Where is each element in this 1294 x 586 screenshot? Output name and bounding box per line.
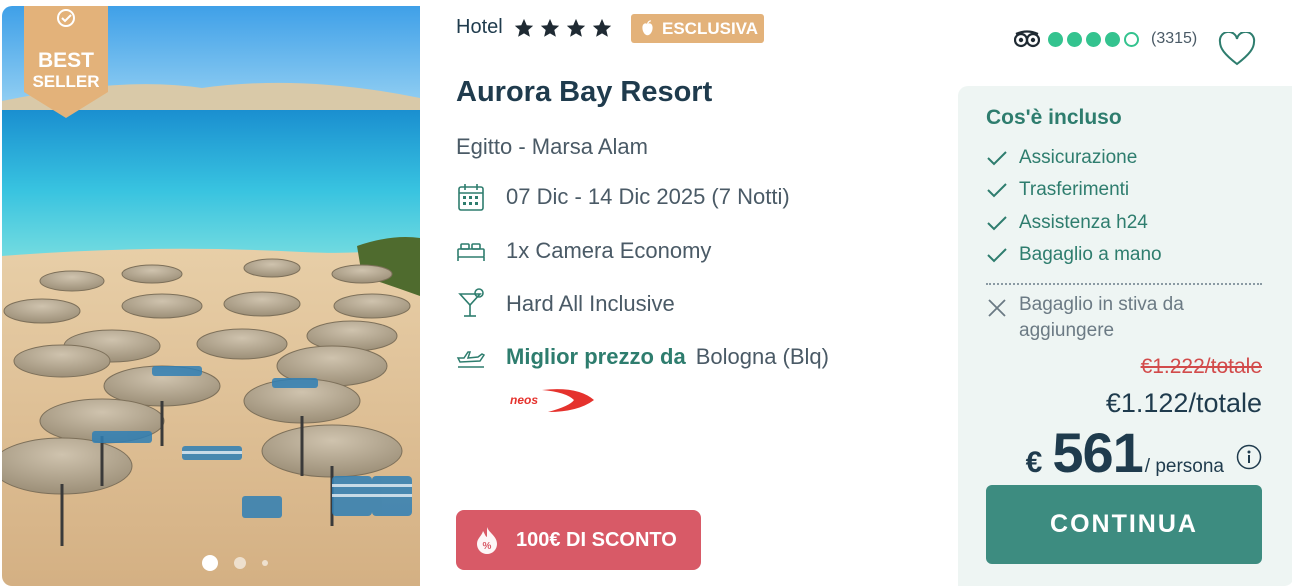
check-icon [987,248,1007,263]
carousel-dot[interactable] [202,555,218,571]
apple-icon [642,20,653,36]
continue-button[interactable]: CONTINUA [986,485,1262,564]
star-icon [514,18,533,37]
included-item: Assistenza h24 [986,212,1148,234]
included-item-label: Assicurazione [1019,147,1138,168]
departure-airport: Bologna (Blq) [695,344,829,369]
board-row: Hard All Inclusive [456,288,675,319]
rating-dot [1048,31,1063,47]
check-icon [987,151,1007,166]
departure-row: Miglior prezzo da Bologna (Blq) [456,342,829,372]
tripadvisor-rating[interactable]: (3315) [1014,30,1197,48]
svg-text:neos: neos [510,393,538,407]
calendar-icon [456,182,486,212]
total-price: €1.122/totale [1105,388,1262,418]
star-rating [513,17,613,39]
divider [986,283,1262,285]
star-icon [566,18,585,37]
hotel-name[interactable]: Aurora Bay Resort [456,76,712,109]
best-seller-label: BEST SELLER [32,49,100,91]
check-icon [987,216,1007,231]
included-item: Trasferimenti [986,179,1129,201]
dates-text: 07 Dic - 14 Dic 2025 (7 Notti) [506,184,790,209]
included-item: Assicurazione [986,147,1137,169]
included-item: Bagaglio a mano [986,244,1162,266]
review-count: (3315) [1151,30,1198,47]
best-price-label: Miglior prezzo da [506,344,686,369]
discount-button[interactable]: % 100€ DI SCONTO [456,510,701,570]
exclusive-badge: ESCLUSIVA [631,14,764,43]
included-item-label: Assistenza h24 [1019,212,1148,233]
cross-icon [988,299,1006,317]
flame-percent-icon: % [477,527,497,554]
category-label: Hotel [456,16,503,38]
board-text: Hard All Inclusive [506,291,675,316]
check-icon [987,183,1007,198]
bed-icon [456,236,486,266]
hotel-card: BEST SELLER Hotel ESCLUSIVA Aurora Bay R… [0,0,1294,586]
currency-symbol: € [1025,446,1043,479]
carousel-dot[interactable] [234,557,246,569]
price-per-person-amount: 561 [1052,421,1143,484]
plane-icon [456,342,486,372]
rating-dot [1124,31,1139,47]
carousel-dots [202,555,268,571]
discount-label: 100€ DI SCONTO [516,528,677,551]
excluded-item-label: Bagaglio in stiva da aggiungere [1019,294,1184,341]
old-total-price: €1.222/totale [1140,355,1262,378]
hotel-location: Egitto - Marsa Alam [456,134,648,159]
rating-dot [1105,31,1120,47]
included-title: Cos'è incluso [986,106,1122,129]
hotel-category: Hotel [456,16,613,39]
room-text: 1x Camera Economy [506,238,712,263]
info-icon[interactable] [1236,444,1262,470]
favorite-heart-icon[interactable] [1218,32,1256,68]
star-icon [540,18,559,37]
dates-row: 07 Dic - 14 Dic 2025 (7 Notti) [456,182,790,212]
rating-dot [1086,31,1101,47]
room-row: 1x Camera Economy [456,236,711,266]
included-item-label: Bagaglio a mano [1019,244,1162,265]
exclusive-badge-label: ESCLUSIVA [662,18,759,38]
airline-logo: neos [510,389,594,412]
included-item-label: Trasferimenti [1019,179,1130,200]
excluded-item: Bagaglio in stiva da aggiungere [986,292,1219,344]
tripadvisor-icon [1014,30,1040,48]
price-per-person: € 561 / persona [1026,420,1224,485]
star-icon [592,18,611,37]
carousel-dot[interactable] [262,560,268,566]
hotel-photo[interactable]: BEST SELLER [2,6,420,586]
price-per-person-unit: / persona [1144,456,1224,477]
cocktail-icon [456,288,486,319]
rating-dot [1067,31,1082,47]
svg-text:%: % [483,541,492,552]
